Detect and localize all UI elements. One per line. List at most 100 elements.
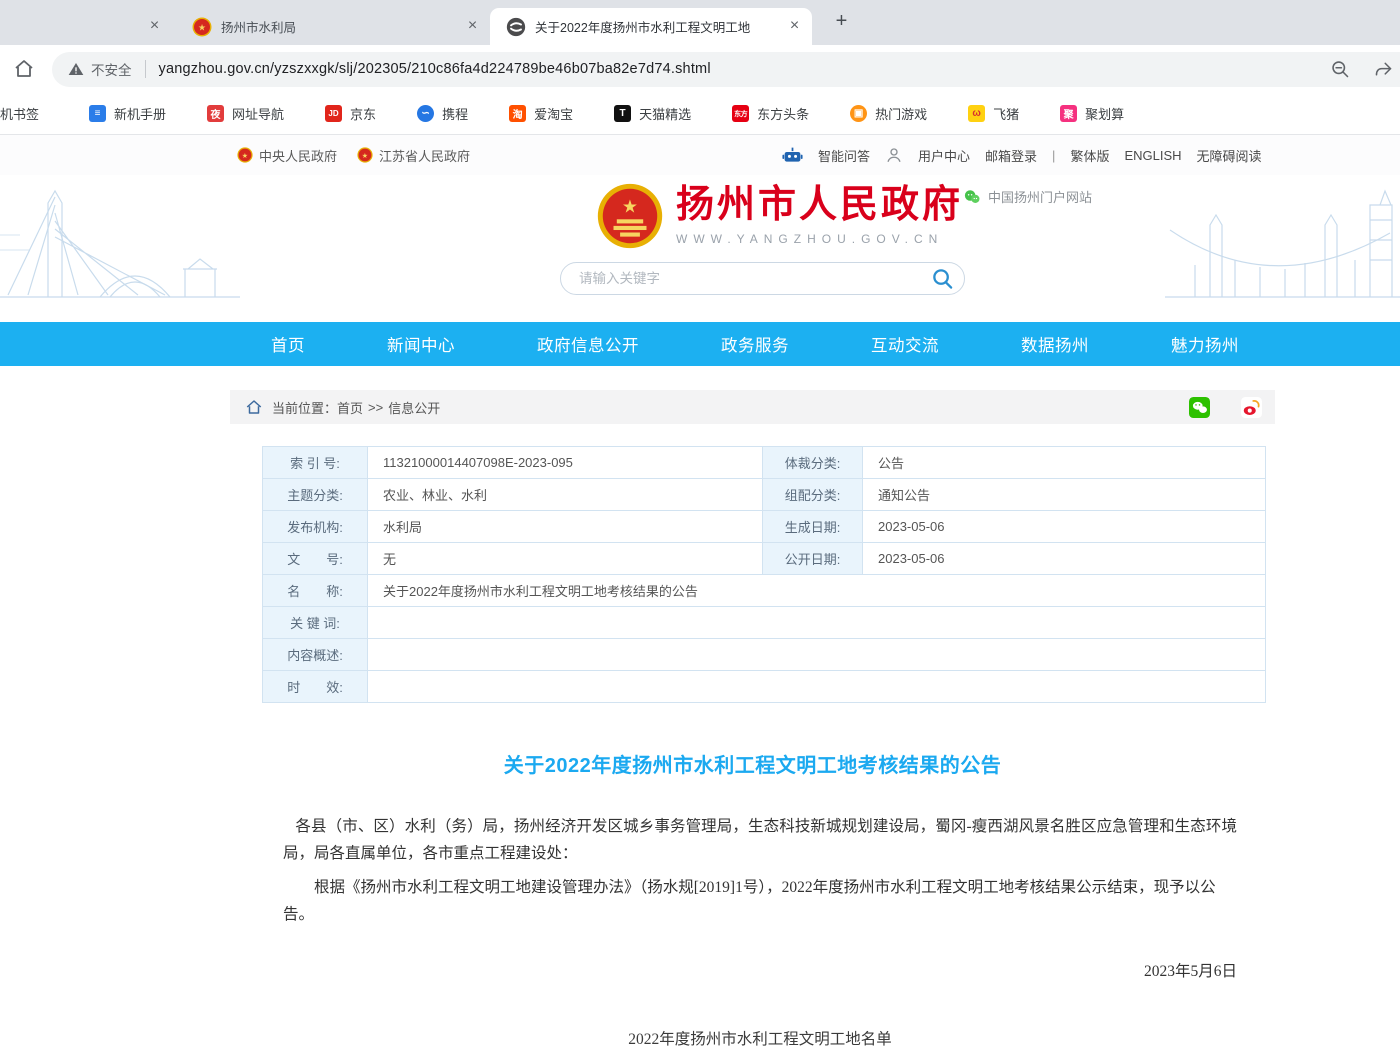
meta-label: 主题分类:	[263, 479, 368, 511]
close-icon[interactable]: ×	[463, 17, 482, 36]
breadcrumb-section-link[interactable]: 信息公开	[388, 398, 440, 417]
close-icon[interactable]: ×	[785, 17, 804, 36]
site-masthead: ★ 扬州市人民政府 WWW.YANGZHOU.GOV.CN 中国扬州门户网站	[0, 175, 1400, 322]
new-tab-button[interactable]: +	[828, 9, 855, 36]
site-logo[interactable]: ★ 扬州市人民政府 WWW.YANGZHOU.GOV.CN	[597, 183, 963, 249]
tab-title: 关于2022年度扬州市水利工程文明工地	[535, 17, 785, 36]
bookmark-icon: T	[614, 105, 631, 122]
url-text[interactable]: yangzhou.gov.cn/yzszxxgk/slj/202305/210c…	[159, 61, 711, 77]
nav-item-charm[interactable]: 魅力扬州	[1171, 332, 1239, 356]
link-smart-qa[interactable]: 智能问答	[818, 146, 870, 165]
link-english[interactable]: ENGLISH	[1124, 148, 1181, 163]
zoom-out-icon[interactable]	[1330, 59, 1351, 80]
share-icon[interactable]	[1373, 59, 1394, 80]
close-icon[interactable]: ×	[145, 17, 164, 36]
link-central-government[interactable]: ★ 中央人民政府	[237, 146, 337, 165]
bookmark-item[interactable]: 东方 东方头条	[732, 104, 809, 123]
browser-toolbar: 不安全 yangzhou.gov.cn/yzszxxgk/slj/202305/…	[0, 45, 1400, 93]
article-body: 各县（市、区）水利（务）局，扬州经济开发区城乡事务管理局，生态科技新城规划建设局…	[230, 813, 1275, 1053]
portal-badge[interactable]: 中国扬州门户网站	[963, 187, 1092, 206]
bookmark-label: 京东	[350, 104, 376, 123]
nav-item-home[interactable]: 首页	[271, 332, 305, 356]
nav-item-data[interactable]: 数据扬州	[1021, 332, 1089, 356]
bookmark-label: 热门游戏	[875, 104, 927, 123]
meta-label: 体裁分类:	[763, 447, 863, 479]
table-row: 主题分类: 农业、林业、水利 组配分类: 通知公告	[263, 479, 1266, 511]
site-search	[560, 262, 965, 295]
meta-value: 农业、林业、水利	[368, 479, 763, 511]
bookmark-label: 东方头条	[757, 104, 809, 123]
bookmark-icon: ω	[968, 105, 985, 122]
article-list-title: 2022年度扬州市水利工程文明工地名单	[283, 1026, 1237, 1053]
link-mail-login[interactable]: 邮箱登录	[985, 146, 1037, 165]
home-icon[interactable]	[12, 57, 36, 81]
user-icon	[885, 146, 903, 164]
meta-label: 内容概述:	[263, 639, 368, 671]
nav-item-news[interactable]: 新闻中心	[387, 332, 455, 356]
article-date: 2023年5月6日	[283, 958, 1237, 985]
bookmark-icon: ∽	[417, 105, 434, 122]
nav-item-interaction[interactable]: 互动交流	[871, 332, 939, 356]
security-status[interactable]: 不安全	[68, 59, 132, 79]
meta-label: 名 称:	[263, 575, 368, 607]
tab-title: 扬州市水利局	[221, 17, 463, 36]
address-bar[interactable]: 不安全 yangzhou.gov.cn/yzszxxgk/slj/202305/…	[52, 52, 1400, 87]
browser-chrome: × ★ 扬州市水利局 × 关于2022年度扬州市水利工程文明工地 × + 不安全	[0, 0, 1400, 135]
table-row: 发布机构: 水利局 生成日期: 2023-05-06	[263, 511, 1266, 543]
document-meta-table: 索 引 号: 11321000014407098E-2023-095 体裁分类:…	[262, 446, 1266, 703]
nav-item-info-disclosure[interactable]: 政府信息公开	[537, 332, 639, 356]
bookmark-icon: ▣	[850, 105, 867, 122]
bookmark-label: 机书签	[0, 104, 39, 123]
security-label: 不安全	[91, 59, 132, 79]
weibo-share-icon[interactable]	[1241, 397, 1262, 418]
meta-value	[368, 639, 1266, 671]
link-jiangsu-government[interactable]: ★ 江苏省人民政府	[357, 146, 470, 165]
table-row: 关 键 词:	[263, 607, 1266, 639]
search-icon	[931, 267, 954, 290]
browser-tab-shuiliju[interactable]: ★ 扬州市水利局 ×	[172, 8, 490, 45]
meta-value: 水利局	[368, 511, 763, 543]
link-accessibility[interactable]: 无障碍阅读	[1197, 146, 1262, 165]
bookmark-item[interactable]: T 天猫精选	[614, 104, 691, 123]
search-input[interactable]	[561, 271, 920, 286]
portal-label: 中国扬州门户网站	[988, 187, 1092, 206]
wechat-icon	[963, 188, 981, 206]
bookmark-item[interactable]: ω 飞猪	[968, 104, 1019, 123]
svg-text:★: ★	[622, 197, 638, 217]
article-title: 关于2022年度扬州市水利工程文明工地考核结果的公告	[230, 749, 1275, 778]
link-user-center[interactable]: 用户中心	[918, 146, 970, 165]
bookmark-icon: ≡	[89, 105, 106, 122]
bookmark-item[interactable]: 淘 爱淘宝	[509, 104, 573, 123]
bookmark-icon: 淘	[509, 105, 526, 122]
bookmark-icon: 聚	[1060, 105, 1077, 122]
meta-label: 发布机构:	[263, 511, 368, 543]
bookmark-item[interactable]: 聚 聚划算	[1060, 104, 1124, 123]
bookmark-item[interactable]: ≡ 新机手册	[89, 104, 166, 123]
page-content: 当前位置： 首页 >> 信息公开 索 引 号: 1132100001440709…	[230, 390, 1275, 1053]
bookmark-item[interactable]: 机书签	[0, 104, 39, 123]
browser-tabstrip: × ★ 扬州市水利局 × 关于2022年度扬州市水利工程文明工地 × +	[0, 0, 1400, 45]
breadcrumb-home-link[interactable]: 首页	[337, 398, 363, 417]
search-button[interactable]	[920, 266, 964, 291]
bookmark-icon: JD	[325, 105, 342, 122]
gov-links: ★ 中央人民政府 ★ 江苏省人民政府	[237, 135, 470, 175]
gov-emblem-icon: ★	[237, 147, 253, 163]
breadcrumb-separator: >>	[368, 400, 383, 415]
svg-text:★: ★	[198, 22, 206, 32]
nav-item-services[interactable]: 政务服务	[721, 332, 789, 356]
gov-emblem-favicon: ★	[192, 17, 212, 37]
bookmark-label: 爱淘宝	[534, 104, 573, 123]
browser-tab-partial[interactable]: ×	[0, 8, 170, 45]
bookmark-item[interactable]: ∽ 携程	[417, 104, 468, 123]
bookmark-item[interactable]: JD 京东	[325, 104, 376, 123]
bookmark-item[interactable]: ▣ 热门游戏	[850, 104, 927, 123]
home-icon	[245, 398, 263, 416]
meta-value: 2023-05-06	[863, 511, 1266, 543]
meta-value	[368, 671, 1266, 703]
site-url: WWW.YANGZHOU.GOV.CN	[676, 232, 963, 246]
bookmark-item[interactable]: 夜 网址导航	[207, 104, 284, 123]
bookmark-icon: 夜	[207, 105, 224, 122]
browser-tab-active[interactable]: 关于2022年度扬州市水利工程文明工地 ×	[490, 8, 812, 45]
wechat-share-icon[interactable]	[1189, 397, 1210, 418]
link-traditional-chinese[interactable]: 繁体版	[1070, 146, 1109, 165]
